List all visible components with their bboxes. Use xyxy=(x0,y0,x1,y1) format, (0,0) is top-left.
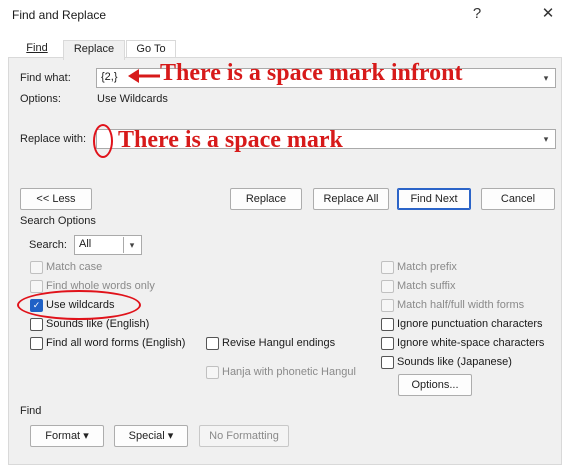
select-divider xyxy=(123,237,124,253)
caret-down-icon: ▾ xyxy=(83,430,89,442)
help-icon[interactable]: ? xyxy=(466,5,488,23)
special-label: Special xyxy=(128,430,165,442)
ignore-whitespace-checkbox[interactable] xyxy=(381,337,394,350)
sounds-like-japanese-label: Sounds like (Japanese) xyxy=(397,356,512,368)
close-icon[interactable]: ✕ xyxy=(537,5,559,23)
match-case-checkbox[interactable] xyxy=(30,261,43,274)
search-label: Search: xyxy=(29,239,67,251)
all-word-forms-checkbox[interactable] xyxy=(30,337,43,350)
options-button[interactable]: Options... xyxy=(398,374,472,396)
match-prefix-label: Match prefix xyxy=(397,261,457,273)
find-what-value: {2,} xyxy=(101,71,118,83)
search-direction-value: All xyxy=(79,238,92,250)
sounds-like-english-checkbox[interactable] xyxy=(30,318,43,331)
options-value: Use Wildcards xyxy=(97,93,168,105)
window-title: Find and Replace xyxy=(12,8,107,22)
caret-down-icon: ▾ xyxy=(167,430,174,442)
replace-annotation-ring xyxy=(93,124,113,158)
replace-annotation-text: There is a space mark xyxy=(118,127,343,153)
hanja-label: Hanja with phonetic Hangul xyxy=(222,366,356,378)
wildcards-annotation-ring xyxy=(17,290,141,320)
half-full-width-checkbox[interactable] xyxy=(381,299,394,312)
all-word-forms-label: Find all word forms (English) xyxy=(46,337,186,349)
hanja-checkbox[interactable] xyxy=(206,366,219,379)
search-direction-select[interactable]: All ▾ xyxy=(74,235,142,255)
chevron-down-icon[interactable]: ▾ xyxy=(125,238,139,252)
tab-find-label: Find xyxy=(26,42,48,54)
chevron-down-icon[interactable]: ▾ xyxy=(539,71,553,85)
replace-button[interactable]: Replace xyxy=(230,188,302,210)
half-full-width-label: Match half/full width forms xyxy=(397,299,525,311)
revise-hangul-label: Revise Hangul endings xyxy=(222,337,336,349)
annotation-arrow-icon xyxy=(128,69,160,83)
find-section-heading: Find xyxy=(20,405,42,417)
no-formatting-button[interactable]: No Formatting xyxy=(199,425,289,447)
format-button[interactable]: Format ▾ xyxy=(30,425,104,447)
search-options-heading: Search Options xyxy=(20,215,96,227)
sounds-like-japanese-checkbox[interactable] xyxy=(381,356,394,369)
match-suffix-checkbox[interactable] xyxy=(381,280,394,293)
tab-goto[interactable]: Go To xyxy=(126,40,176,58)
ignore-punctuation-label: Ignore punctuation characters xyxy=(397,318,543,330)
match-case-label: Match case xyxy=(46,261,103,273)
match-suffix-label: Match suffix xyxy=(397,280,456,292)
tab-replace[interactable]: Replace xyxy=(63,40,125,60)
whole-words-checkbox[interactable] xyxy=(30,280,43,293)
ignore-whitespace-label: Ignore white-space characters xyxy=(397,337,545,349)
replace-with-label: Replace with: xyxy=(20,133,87,145)
find-next-button[interactable]: Find Next xyxy=(397,188,471,210)
options-label: Options: xyxy=(20,93,61,105)
find-what-label: Find what: xyxy=(20,72,71,84)
replace-all-button[interactable]: Replace All xyxy=(313,188,389,210)
revise-hangul-checkbox[interactable] xyxy=(206,337,219,350)
match-prefix-checkbox[interactable] xyxy=(381,261,394,274)
chevron-down-icon[interactable]: ▾ xyxy=(539,132,553,146)
ignore-punctuation-checkbox[interactable] xyxy=(381,318,394,331)
find-annotation-text: There is a space mark infront xyxy=(160,60,463,86)
sounds-like-english-label: Sounds like (English) xyxy=(46,318,150,330)
less-button[interactable]: << Less xyxy=(20,188,92,210)
special-button[interactable]: Special ▾ xyxy=(114,425,188,447)
cancel-button[interactable]: Cancel xyxy=(481,188,555,210)
tab-find[interactable]: Find xyxy=(14,40,60,57)
format-label: Format xyxy=(45,430,81,442)
